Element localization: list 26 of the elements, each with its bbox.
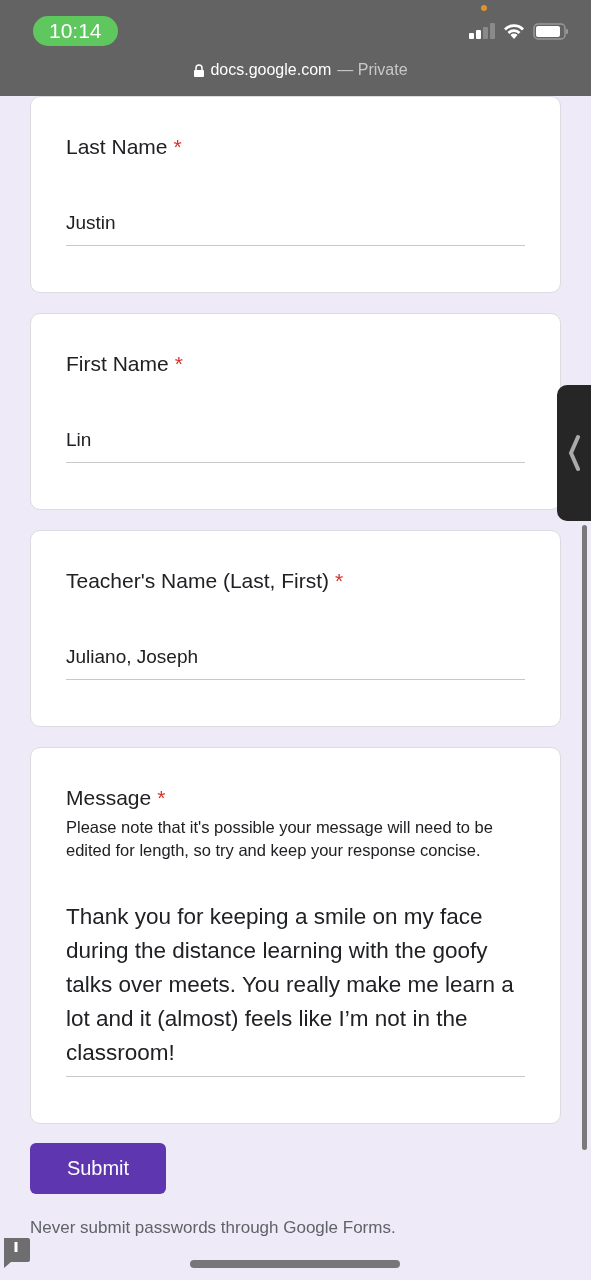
question-label: First Name [66,352,169,376]
answer-field[interactable]: Justin [66,211,525,246]
answer-field[interactable]: Thank you for keeping a smile on my face during the distance learning with the goofy talks over meets. You really make me learn a lot and it (almost) feels like I’m not in the classroom! [66,900,525,1077]
answer-field[interactable]: Juliano, Joseph [66,645,525,680]
required-mark: * [174,352,183,376]
question-label: Last Name [66,135,168,159]
question-label: Teacher's Name (Last, First) [66,569,330,593]
question-description: Please note that it's possible your message will need to be edited for length, so try and keep your response concise. [66,817,494,861]
lock-icon [194,63,205,77]
signal-icon [469,23,495,39]
privacy-indicator-icon [481,5,487,11]
submit-button[interactable]: Submit [30,1143,166,1194]
chevron-left-icon [568,434,580,472]
required-mark: * [173,135,182,159]
answer-field[interactable]: Lin [66,428,525,463]
url-text[interactable]: docs.google.com [210,61,332,79]
battery-icon [533,22,569,40]
required-mark: * [335,569,344,593]
private-label: — Private [337,61,408,79]
clock-time: 10:14 [33,16,118,46]
required-mark: * [157,786,166,810]
footer-note: Never submit passwords through Google Forms. [30,1218,397,1238]
feedback-icon[interactable] [2,1238,30,1268]
side-panel-tab[interactable] [557,385,591,521]
question-label: Message [66,786,152,810]
wifi-icon [503,23,525,39]
